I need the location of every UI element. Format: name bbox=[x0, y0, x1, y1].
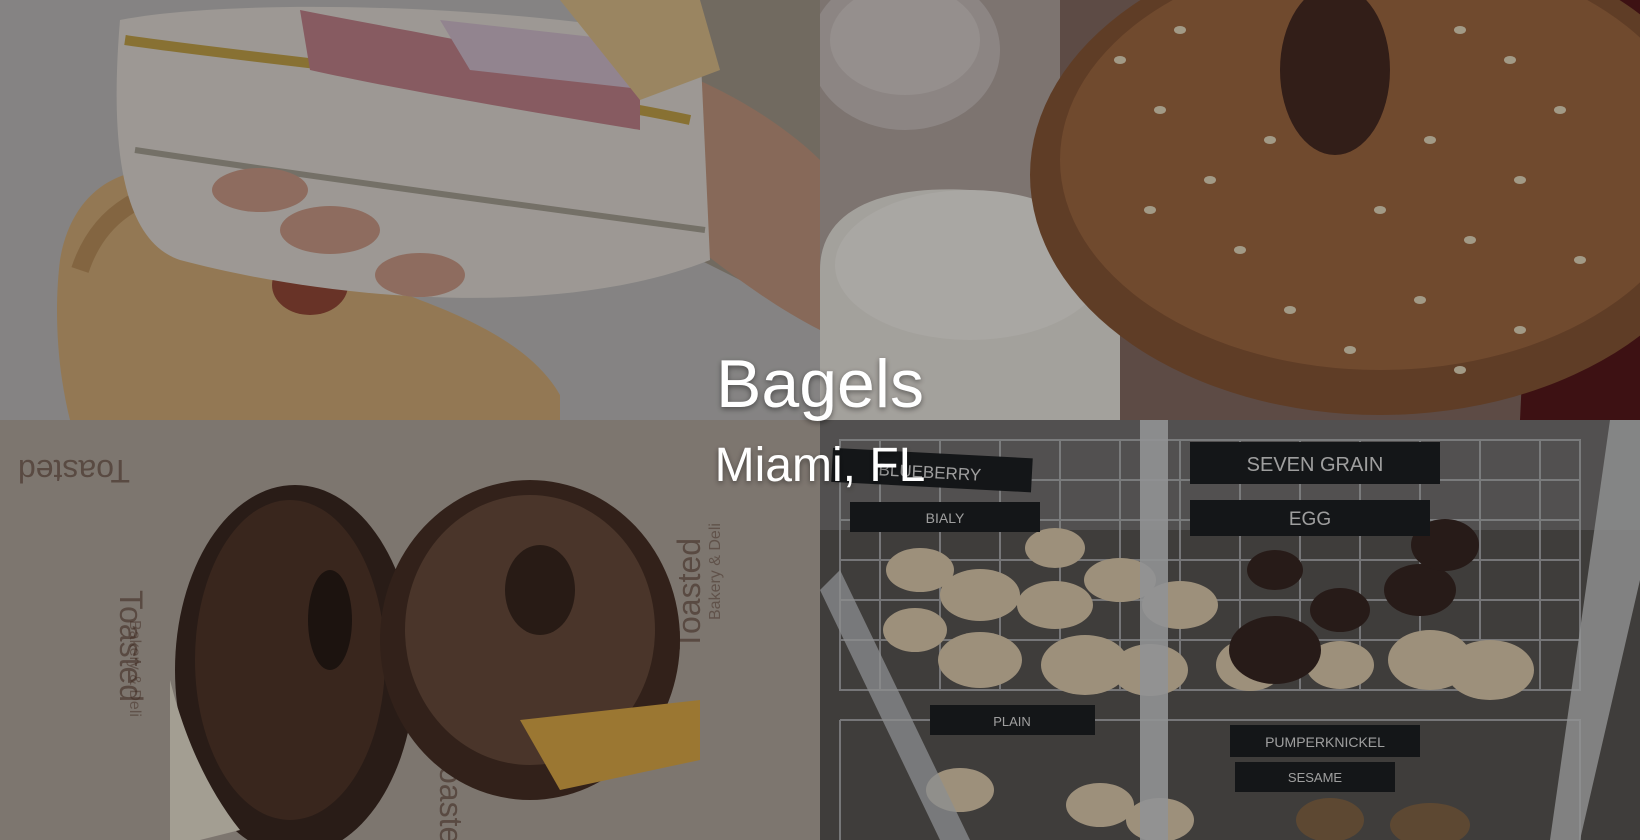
hero-caption: Bagels Miami, FL bbox=[0, 0, 1640, 840]
location-subtitle: Miami, FL bbox=[714, 439, 926, 492]
hero-banner: Toasted Toasted Toasted Toasted Bakery &… bbox=[0, 0, 1640, 840]
page-title: Bagels bbox=[716, 346, 924, 422]
